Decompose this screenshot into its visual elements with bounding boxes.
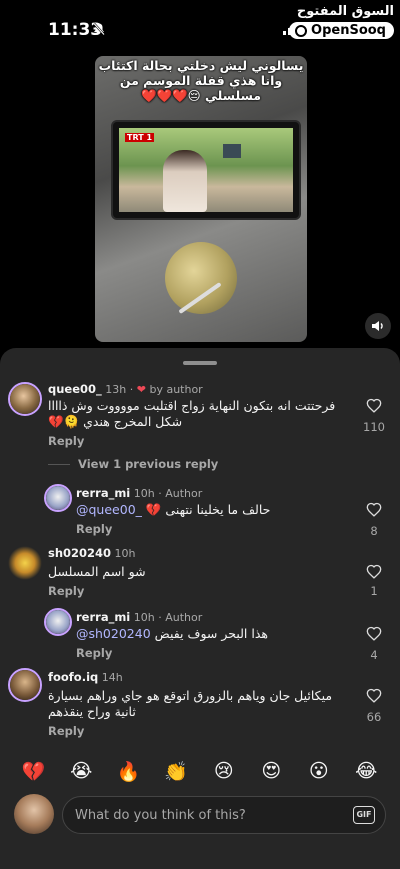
view-previous-label: View 1 previous reply bbox=[78, 457, 219, 471]
comment-username[interactable]: rerra_mi bbox=[76, 610, 130, 624]
emoji-crying[interactable]: 😭 bbox=[66, 760, 96, 782]
avatar-image bbox=[10, 384, 40, 414]
comment-time: 13h bbox=[105, 383, 127, 396]
heart-outline-icon[interactable] bbox=[366, 688, 382, 703]
video-caption: يسالوني ليش دخلتي بحالة اكتئاب وانا هذي … bbox=[98, 58, 304, 103]
comment-username[interactable]: foofo.iq bbox=[48, 670, 98, 684]
avatar-image bbox=[10, 670, 40, 700]
comment-body: هذا البحر سوف يفيض bbox=[154, 626, 268, 641]
comment-meta: foofo.iq 14h bbox=[48, 670, 123, 684]
comment-text: فرحتتت انه بتكون النهاية زواج اقتلبت موو… bbox=[48, 398, 336, 429]
brand-logo-icon bbox=[295, 24, 308, 37]
emoji-quick-bar: 💔 😭 🔥 👏 😢 😍 😮 😂 bbox=[0, 756, 400, 786]
reply-button[interactable]: Reply bbox=[76, 522, 112, 536]
status-bar: 11:33 السوق المفتوح OpenSooq bbox=[0, 0, 400, 56]
avatar[interactable] bbox=[8, 382, 42, 416]
comment-text: @quee00_ حالف ما يخلينا نتهنى 💔 bbox=[76, 502, 336, 518]
red-heart-icon: ❤ bbox=[136, 383, 146, 396]
comment-username[interactable]: quee00_ bbox=[48, 382, 102, 396]
emoji-surprised[interactable]: 😮 bbox=[304, 760, 334, 782]
comment-input[interactable]: What do you think of this? GIF bbox=[62, 796, 386, 834]
like-count: 66 bbox=[366, 710, 382, 724]
gif-icon[interactable]: GIF bbox=[353, 806, 375, 824]
person-shape bbox=[163, 150, 207, 212]
opensooq-watermark: السوق المفتوح OpenSooq bbox=[289, 4, 394, 41]
avatar-image bbox=[46, 610, 70, 634]
brand-english-label: OpenSooq bbox=[311, 23, 386, 38]
reply-button[interactable]: Reply bbox=[76, 646, 112, 660]
comment-body: حالف ما يخلينا نتهنى 💔 bbox=[145, 502, 271, 517]
author-tag: Author bbox=[165, 611, 203, 624]
emoji-heart-eyes[interactable]: 😍 bbox=[256, 760, 286, 782]
comment-text: ميكائيل جان وياهم بالزورق اتوقع هو جاي و… bbox=[48, 688, 333, 719]
emoji-laughing[interactable]: 😂 bbox=[351, 760, 381, 782]
heart-outline-icon[interactable] bbox=[366, 398, 382, 413]
tablet-screen: TRT 1 bbox=[119, 128, 293, 212]
comment-time: 10h bbox=[114, 547, 136, 560]
sheet-drag-handle[interactable] bbox=[183, 361, 217, 365]
like-count: 4 bbox=[370, 648, 378, 662]
brand-arabic: السوق المفتوح bbox=[296, 4, 394, 19]
avatar-image bbox=[8, 546, 42, 580]
tablet-in-video: TRT 1 bbox=[111, 120, 301, 220]
emoji-clap[interactable]: 👏 bbox=[161, 760, 191, 783]
comment-meta: rerra_mi 10h · Author bbox=[76, 610, 203, 624]
brand-english: OpenSooq bbox=[289, 22, 394, 39]
mute-toggle-button[interactable] bbox=[365, 313, 391, 339]
current-user-avatar bbox=[14, 794, 54, 834]
heart-outline-icon[interactable] bbox=[366, 502, 382, 517]
comment-text: شو اسم المسلسل bbox=[48, 564, 146, 579]
comment-time: 10h bbox=[133, 487, 155, 500]
reply-button[interactable]: Reply bbox=[48, 434, 84, 448]
heart-outline-icon[interactable] bbox=[366, 626, 382, 641]
comment-username[interactable]: rerra_mi bbox=[76, 486, 130, 500]
emoji-fire[interactable]: 🔥 bbox=[114, 760, 144, 783]
comment-composer: What do you think of this? GIF bbox=[0, 790, 400, 869]
mention-link[interactable]: @sh020240 bbox=[76, 626, 151, 641]
comment-text: @sh020240 هذا البحر سوف يفيض bbox=[76, 626, 336, 642]
like-count: 8 bbox=[370, 524, 378, 538]
reply-button[interactable]: Reply bbox=[48, 584, 84, 598]
comment-meta: quee00_ 13h · ❤ by author bbox=[48, 382, 203, 396]
comment-meta: rerra_mi 10h · Author bbox=[76, 486, 203, 500]
emoji-sad-tear[interactable]: 😢 bbox=[209, 760, 239, 782]
comment-time: 14h bbox=[101, 671, 123, 684]
emoji-broken-heart[interactable]: 💔 bbox=[19, 760, 49, 783]
avatar[interactable] bbox=[8, 668, 42, 702]
avatar[interactable] bbox=[8, 546, 42, 580]
tv-logo: TRT 1 bbox=[125, 133, 155, 142]
like-count: 1 bbox=[370, 584, 378, 598]
avatar-image bbox=[46, 486, 70, 510]
avatar[interactable] bbox=[44, 608, 72, 636]
divider-line bbox=[48, 463, 70, 465]
comment-time: 10h bbox=[133, 611, 155, 624]
notification-muted-icon bbox=[93, 22, 105, 36]
jar-shape bbox=[165, 242, 237, 314]
comment-input-placeholder: What do you think of this? bbox=[75, 808, 246, 823]
author-tag: Author bbox=[165, 487, 203, 500]
like-count: 110 bbox=[363, 420, 385, 434]
truck-shape bbox=[223, 144, 241, 158]
speaker-icon bbox=[372, 321, 383, 331]
heart-outline-icon[interactable] bbox=[366, 564, 382, 579]
view-previous-replies[interactable]: View 1 previous reply bbox=[48, 457, 218, 471]
comment-meta: sh020240 10h bbox=[48, 546, 136, 560]
comment-username[interactable]: sh020240 bbox=[48, 546, 111, 560]
avatar[interactable] bbox=[44, 484, 72, 512]
reel-video[interactable]: TRT 1 يسالوني ليش دخلتي بحالة اكتئاب وان… bbox=[95, 56, 307, 342]
reply-button[interactable]: Reply bbox=[48, 724, 84, 738]
mention-link[interactable]: @quee00_ bbox=[76, 502, 142, 517]
author-tag: by author bbox=[149, 383, 203, 396]
